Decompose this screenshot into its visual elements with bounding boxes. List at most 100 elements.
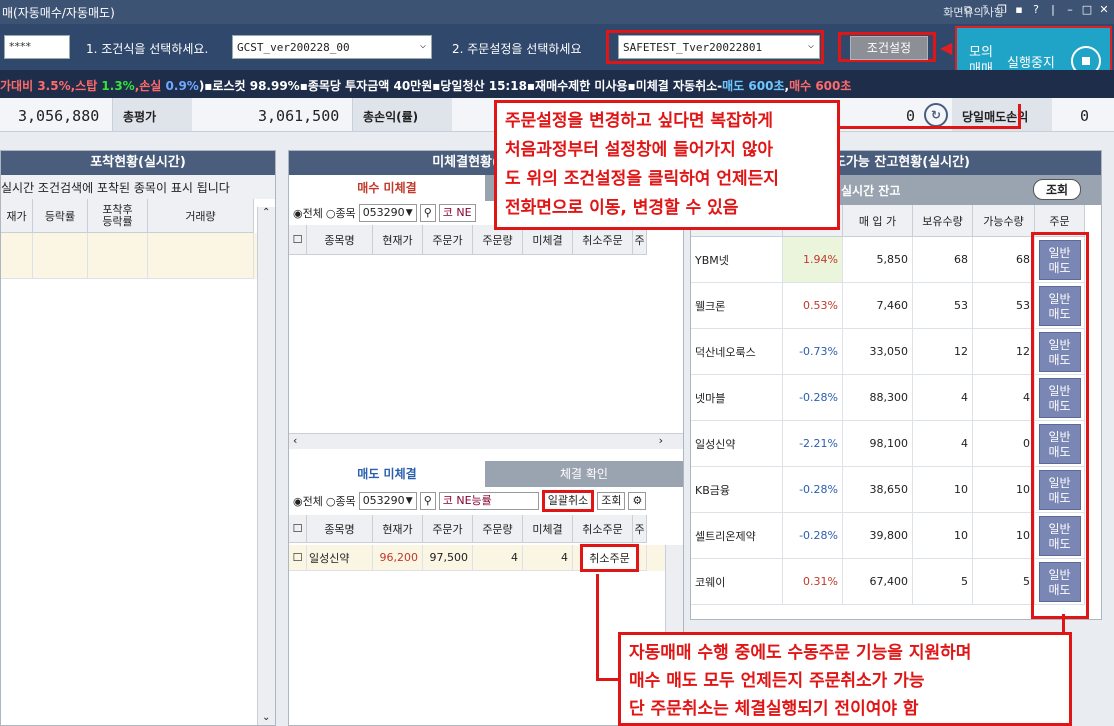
cell-price: 5,850 [843, 237, 913, 283]
maximize-icon[interactable]: □ [1081, 3, 1093, 17]
close-icon[interactable]: ✕ [1098, 3, 1110, 17]
connector-line [1018, 104, 1021, 129]
chevron-down-icon: ⌵ [419, 40, 426, 51]
cell-rate: 0.31% [783, 559, 843, 605]
capture-scrollbar[interactable]: ⌃ ⌄ [257, 207, 275, 725]
radio-one-sell[interactable]: ○종목 [326, 493, 356, 509]
cell-name: 덕산네오룩스 [691, 329, 783, 375]
copy-icon[interactable]: ❐ [996, 3, 1008, 17]
radio-all[interactable]: ◉전체 [293, 205, 323, 221]
password-field[interactable]: **** [4, 35, 70, 59]
cell-unfilled: 4 [523, 545, 573, 571]
window-controls: ⧉ ⤒ ❐ ▪ ? | – □ ✕ [962, 3, 1110, 17]
bulk-cancel-button[interactable]: 일괄취소 [541, 490, 595, 512]
capture-panel: 포착현황(실시간) 실시간 조건검색에 포착된 종목이 표시 됩니다 재가 등락… [0, 150, 276, 726]
cell-avail: 0 [973, 421, 1035, 467]
total-profit-label: 총손익(률) [352, 98, 452, 131]
connector-line [840, 126, 1020, 129]
cell-avail: 12 [973, 329, 1035, 375]
cell-name: 일성신약 [307, 545, 373, 571]
title-bar: 매(자동매수/자동매도) 화면유의사항 ⧉ ⤒ ❐ ▪ ? | – □ ✕ [0, 0, 1114, 24]
col-qty: 주문량 [473, 515, 523, 543]
pin-icon[interactable]: ⤒ [979, 3, 991, 17]
annotation-top: 주문설정을 변경하고 싶다면 복잡하게 처음과정부터 설정창에 들어가지 않아 … [494, 100, 840, 230]
order-setting-select[interactable]: SAFETEST_Tver20022801 ⌵ [618, 35, 820, 59]
info-segment: 가대비 [0, 79, 38, 93]
cell-hold: 10 [913, 513, 973, 559]
connector-line [1062, 614, 1065, 634]
total-eval-label: 총평가 [112, 98, 192, 131]
cell-rate: 0.53% [783, 283, 843, 329]
cell-avail: 4 [973, 375, 1035, 421]
query-button[interactable]: 조회 [597, 492, 626, 510]
cell-rate: 1.94% [783, 237, 843, 283]
tab-buy-unfilled[interactable]: 매수 미체결 [289, 175, 485, 201]
tab-realtime-balance[interactable]: 실시간 잔고 [841, 182, 900, 199]
search-icon[interactable]: ⚲ [419, 204, 436, 222]
cell-price: 96,200 [373, 545, 423, 571]
connector-line [596, 574, 599, 678]
cell-hold: 12 [913, 329, 973, 375]
window-title: 매(자동매수/자동매도) [2, 6, 115, 20]
info-segment: ,스탑 [70, 79, 102, 93]
cell-hold: 68 [913, 237, 973, 283]
daily-sell-profit-value: 0 [1080, 107, 1090, 125]
code-input-sell[interactable]: 053290 ▼ [358, 492, 417, 510]
cell-hold: 5 [913, 559, 973, 605]
check-all-sell[interactable]: ☐ [289, 515, 307, 543]
check-all-box[interactable]: ☐ [289, 225, 307, 255]
radio-one[interactable]: ○종목 [326, 205, 356, 221]
info-segment: 3.5% [37, 79, 71, 93]
minimize-icon[interactable]: – [1064, 3, 1076, 17]
col-after-rate: 포착후 등락률 [88, 199, 148, 233]
cell-price: 7,460 [843, 283, 913, 329]
print-icon[interactable]: ▪ [1013, 3, 1025, 17]
refresh-icon[interactable]: ↻ [924, 103, 948, 127]
gear-icon[interactable]: ⚙ [628, 492, 647, 510]
search-icon[interactable]: ⚲ [419, 492, 436, 510]
cond-setting-button[interactable]: 조건설정 [850, 36, 928, 60]
col-cur: 현재가 [373, 225, 423, 255]
strategy-info-bar: 가대비 3.5%,스탑 1.3%,손실 0.9%)▪로스컷 98.99%▪종목당… [0, 70, 1114, 98]
step1-label: 1. 조건식을 선택하세요. [86, 42, 209, 56]
cancel-order-button[interactable]: 취소주문 [580, 543, 639, 572]
cell-qty: 4 [473, 545, 523, 571]
info-segment: 매수 600초 [789, 79, 852, 93]
col-buy-price: 매 입 가 [843, 205, 913, 237]
tab-fill-confirm[interactable]: 체결 확인 [485, 461, 683, 487]
annotation-line: 전화면으로 이동, 변경할 수 있음 [505, 198, 739, 218]
chevron-down-icon: ⌵ [807, 40, 814, 51]
condition-select[interactable]: GCST_ver200228_00 ⌵ [232, 35, 432, 59]
radio-all-sell[interactable]: ◉전체 [293, 493, 323, 509]
cell-order-price: 97,500 [423, 545, 473, 571]
col-avail-qty: 가능수량 [973, 205, 1035, 237]
info-segment: )▪로스컷 98.99%▪종목당 투자금액 40만원▪당일청산 15:18▪재매… [198, 79, 723, 93]
col-cur: 현재가 [373, 515, 423, 543]
link-icon[interactable]: ⧉ [962, 3, 974, 17]
cell-name: YBM넷 [691, 237, 783, 283]
annotation-line: 도 위의 조건설정을 클릭하여 언제든지 [505, 169, 779, 189]
scroll-down-icon[interactable]: ⌄ [262, 712, 270, 723]
help-icon[interactable]: ? [1030, 3, 1042, 17]
capture-subtitle: 실시간 조건검색에 포착된 종목이 표시 됩니다 [1, 175, 275, 199]
sell-filter-row: ◉전체 ○종목 053290 ▼ ⚲ 코 NE능률 일괄취소 조회 ⚙ [289, 489, 683, 513]
code-input[interactable]: 053290 ▼ [358, 204, 417, 222]
cell-name: 웰크론 [691, 283, 783, 329]
total-profit-value: 0 [906, 107, 916, 125]
col-cancel: 취소주문 [573, 515, 633, 543]
info-segment: ,손실 [134, 79, 166, 93]
info-segment: 매도 600초 [722, 79, 785, 93]
table-row[interactable]: ☐ 일성신약 96,200 97,500 4 4 취소주문 [289, 543, 683, 572]
annotation-line: 자동매매 수행 중에도 수동주문 기능을 지원하며 [629, 643, 972, 663]
cell-cancel: 취소주문 [573, 543, 647, 572]
scroll-up-icon[interactable]: ⌃ [262, 207, 270, 218]
stop-icon [1082, 57, 1090, 65]
capture-row [1, 233, 275, 279]
holdings-query-button[interactable]: 조회 [1033, 179, 1082, 200]
annotation-line: 주문설정을 변경하고 싶다면 복잡하게 [505, 111, 773, 131]
tab-sell-unfilled[interactable]: 매도 미체결 [289, 461, 485, 487]
row-checkbox[interactable]: ☐ [289, 545, 307, 571]
buy-hscroll[interactable]: ‹ › [289, 433, 683, 449]
run-stop-label: 실행중지 [1007, 56, 1055, 71]
arrow-left-icon: ◀ [940, 38, 953, 57]
